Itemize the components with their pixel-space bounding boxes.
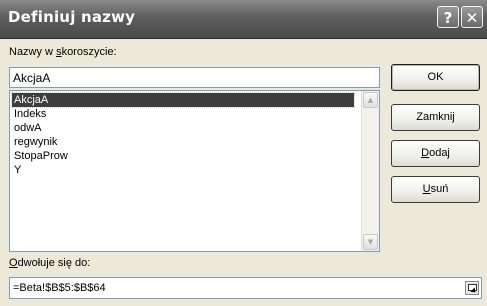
scroll-down-arrow-icon[interactable]: ▼ [363, 234, 378, 250]
scroll-up-arrow-icon[interactable]: ▲ [363, 92, 378, 108]
names-label-text: Nazwy w [9, 46, 57, 58]
remove-button-accelerator: U [422, 183, 431, 195]
remove-button-label: suń [430, 183, 449, 195]
help-icon[interactable]: ? [437, 6, 459, 28]
name-input[interactable]: AkcjaA [9, 67, 380, 88]
ok-button[interactable]: OK [391, 64, 480, 91]
list-item[interactable]: Y [12, 163, 21, 177]
dialog-title: Definiuj nazwy [8, 8, 136, 26]
add-button-accelerator: D [421, 147, 430, 159]
list-item[interactable]: StopaProw [12, 149, 68, 163]
name-input-value: AkcjaA [13, 71, 51, 85]
names-listbox[interactable]: AkcjaA Indeks odwA regwynik StopaProw Y … [9, 90, 380, 252]
collapse-dialog-icon[interactable] [465, 281, 479, 295]
refers-label-text: dwołuje się do: [17, 257, 91, 269]
refers-to-label: Odwołuje się do: [9, 257, 90, 269]
list-scrollbar[interactable]: ▲ ▼ [361, 91, 379, 251]
refers-to-input[interactable]: =Beta!$B$5:$B$64 [9, 277, 482, 299]
add-button-label: odaj [429, 147, 450, 159]
define-names-dialog: Definiuj nazwy ? ✕ Nazwy w skoroszycie: … [0, 0, 487, 306]
add-button[interactable]: Dodaj [391, 140, 480, 167]
close-button[interactable]: Zamknij [391, 104, 480, 131]
list-item[interactable]: odwA [12, 121, 42, 135]
refers-to-value: =Beta!$B$5:$B$64 [13, 282, 106, 294]
title-bar: Definiuj nazwy ? ✕ [0, 0, 487, 39]
remove-button[interactable]: Usuń [391, 176, 480, 203]
names-in-workbook-label: Nazwy w skoroszycie: [9, 46, 117, 58]
refers-label-accelerator: O [9, 257, 18, 269]
names-label-text-rest: koroszycie: [61, 46, 117, 58]
list-item[interactable]: regwynik [12, 135, 57, 149]
close-icon[interactable]: ✕ [461, 6, 483, 28]
list-item[interactable]: AkcjaA [11, 92, 355, 108]
list-item[interactable]: Indeks [12, 107, 46, 121]
